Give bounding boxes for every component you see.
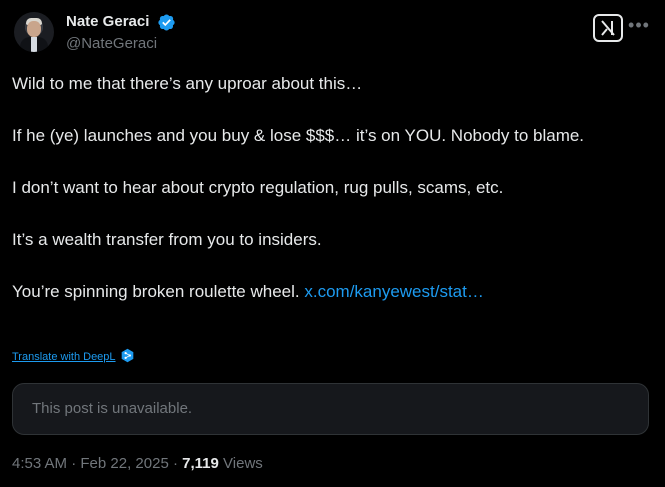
tweet-paragraph: It’s a wealth transfer from you to insid… <box>12 230 322 249</box>
tweet-time[interactable]: 4:53 AM <box>12 455 67 472</box>
verified-badge-icon <box>158 13 175 31</box>
author-name[interactable]: Nate Geraci <box>66 11 149 33</box>
tweet-paragraph: If he (ye) launches and you buy & lose $… <box>12 126 585 145</box>
quoted-post-card[interactable]: This post is unavailable. <box>12 383 649 435</box>
quoted-post-unavailable-message: This post is unavailable. <box>32 400 193 417</box>
grok-glyph-icon <box>601 20 615 36</box>
views-label: Views <box>223 455 263 472</box>
tweet-text: Wild to me that there’s any uproar about… <box>12 70 632 306</box>
more-icon[interactable]: ••• <box>627 14 651 42</box>
avatar-shirt <box>31 37 37 52</box>
tweet-paragraph: Wild to me that there’s any uproar about… <box>12 74 363 93</box>
deepl-icon <box>121 348 133 363</box>
tweet-header: Nate Geraci @NateGeraci ••• <box>12 10 653 60</box>
grok-icon[interactable] <box>593 14 623 42</box>
tweet-paragraph: I don’t want to hear about crypto regula… <box>12 178 504 197</box>
translate-button[interactable]: Translate with DeepL <box>12 348 135 365</box>
tweet-link[interactable]: x.com/kanyewest/stat… <box>304 282 484 301</box>
tweet-date[interactable]: Feb 22, 2025 <box>80 455 168 472</box>
meta-separator: · <box>172 455 178 472</box>
views-count[interactable]: 7,119 <box>182 455 219 472</box>
avatar-face <box>27 21 41 37</box>
tweet-paragraph-last: You’re spinning broken roulette wheel. x… <box>12 278 632 306</box>
author-handle[interactable]: @NateGeraci <box>66 33 176 55</box>
avatar[interactable] <box>14 12 54 52</box>
meta-separator: · <box>71 455 77 472</box>
author-info: Nate Geraci @NateGeraci <box>66 11 176 55</box>
tweet-paragraph-text: You’re spinning broken roulette wheel. <box>12 282 300 301</box>
tweet-meta: 4:53 AM · Feb 22, 2025 · 7,119 Views <box>12 454 263 474</box>
translate-label[interactable]: Translate with DeepL <box>12 351 116 363</box>
